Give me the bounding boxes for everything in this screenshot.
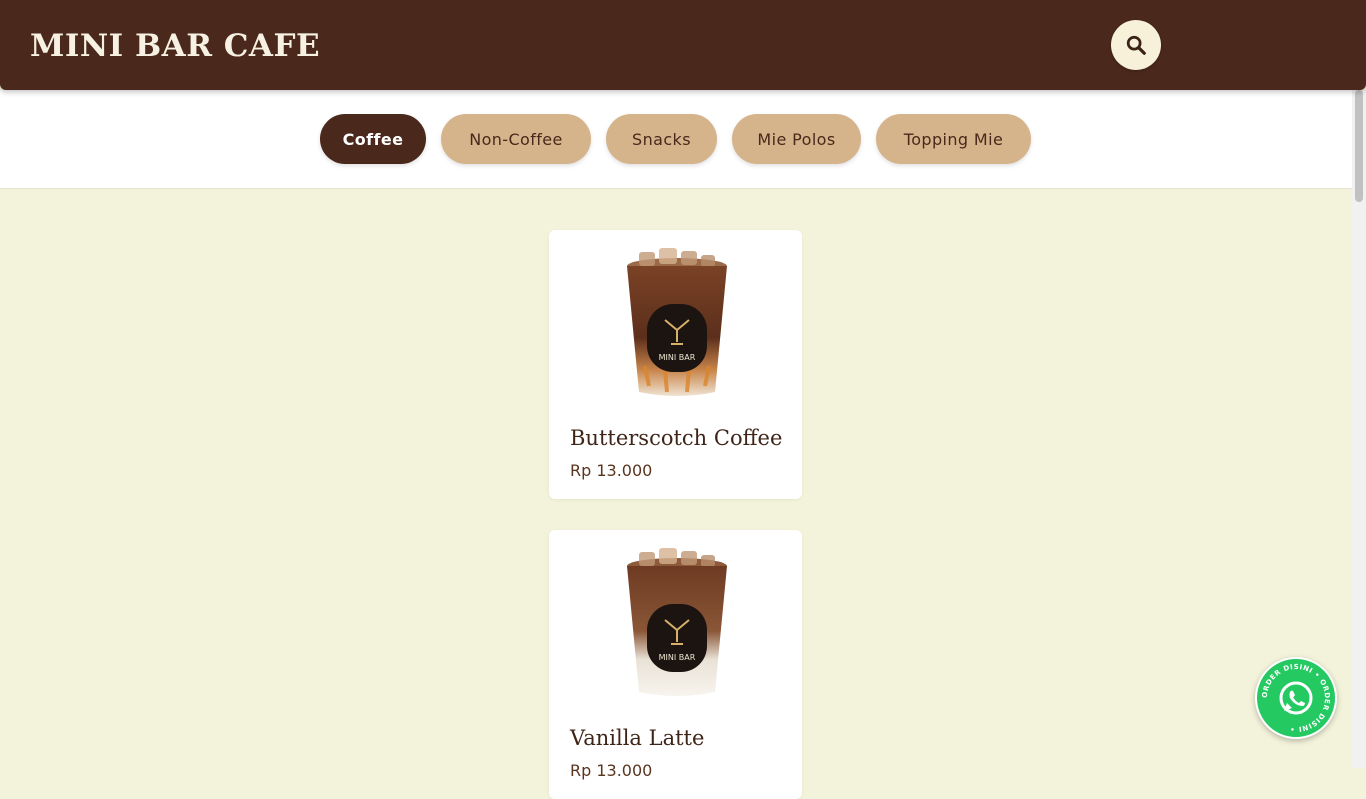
category-snacks[interactable]: Snacks <box>606 114 717 164</box>
category-mie-polos[interactable]: Mie Polos <box>732 114 861 164</box>
iced-latte-cup-image: MINI BAR <box>627 548 727 696</box>
product-card[interactable]: MINI BAR Butterscotch Coffee Rp 13.000 <box>549 230 802 499</box>
search-icon <box>1126 35 1146 55</box>
whatsapp-order-button[interactable]: ORDER DISINI • ORDER DISINI • <box>1255 657 1337 739</box>
whatsapp-ring-text: ORDER DISINI • ORDER DISINI • <box>1261 663 1331 733</box>
product-name: Butterscotch Coffee <box>570 426 783 450</box>
top-header: MINI BAR CAFE <box>0 0 1366 90</box>
category-topping-mie[interactable]: Topping Mie <box>876 114 1031 164</box>
whatsapp-icon: ORDER DISINI • ORDER DISINI • <box>1261 663 1331 733</box>
product-price: Rp 13.000 <box>570 761 653 780</box>
iced-coffee-cup-image: MINI BAR <box>627 248 727 396</box>
svg-text:ORDER DISINI • ORDER DISINI •: ORDER DISINI • ORDER DISINI • <box>1261 663 1331 733</box>
category-non-coffee[interactable]: Non-Coffee <box>441 114 591 164</box>
category-coffee[interactable]: Coffee <box>320 114 426 164</box>
product-price: Rp 13.000 <box>570 461 653 480</box>
brand-title: MINI BAR CAFE <box>30 28 321 64</box>
product-name: Vanilla Latte <box>570 726 705 750</box>
scrollbar[interactable] <box>1352 90 1366 768</box>
scrollbar-thumb[interactable] <box>1355 90 1363 202</box>
svg-text:MINI BAR: MINI BAR <box>659 653 696 662</box>
svg-text:MINI BAR: MINI BAR <box>659 353 696 362</box>
category-bar: Coffee Non-Coffee Snacks Mie Polos Toppi… <box>0 90 1352 189</box>
product-card[interactable]: MINI BAR Vanilla Latte Rp 13.000 <box>549 530 802 799</box>
search-button[interactable] <box>1111 20 1161 70</box>
